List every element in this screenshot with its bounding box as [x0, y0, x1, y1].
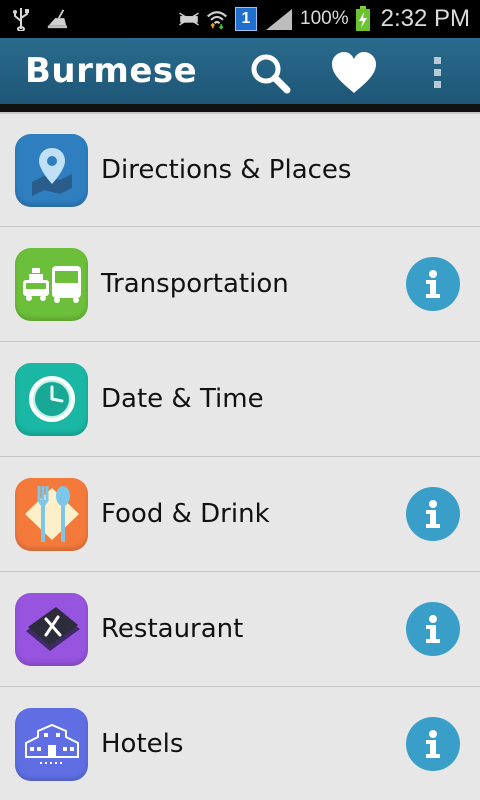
search-icon	[251, 54, 291, 94]
list-item-transportation[interactable]: Transportation	[0, 227, 480, 342]
hotels-tile	[15, 707, 88, 781]
list-item-label: Hotels	[101, 729, 184, 759]
list-item-label: Restaurant	[101, 614, 244, 644]
info-button[interactable]	[406, 717, 460, 771]
status-bar: 1 100% 2:32 PM	[0, 0, 480, 38]
list-item-hotels[interactable]: Hotels	[0, 687, 480, 800]
menu-book-icon	[25, 607, 80, 651]
transportation-tile	[15, 247, 88, 321]
info-icon	[426, 270, 440, 298]
category-list: Directions & Places Transportation Date …	[0, 112, 480, 800]
bus-taxi-icon	[22, 266, 81, 303]
battery-percent: 100%	[300, 8, 349, 29]
info-button[interactable]	[406, 257, 460, 311]
wifi-icon	[206, 8, 228, 30]
cutlery-icon	[24, 486, 79, 542]
info-icon	[426, 615, 440, 643]
date-time-tile	[15, 362, 88, 436]
clock-icon	[28, 376, 75, 422]
info-icon	[426, 730, 440, 758]
signal-icon	[264, 8, 294, 30]
more-vertical-icon	[434, 57, 441, 88]
list-item-label: Date & Time	[101, 384, 264, 414]
list-item-label: Directions & Places	[101, 155, 352, 185]
directions-tile	[15, 133, 88, 207]
restaurant-tile	[15, 592, 88, 666]
info-button[interactable]	[406, 602, 460, 656]
hotel-icon	[24, 723, 79, 764]
app-title: Burmese	[25, 51, 198, 91]
action-bar: Burmese	[0, 38, 480, 104]
overflow-menu-button[interactable]	[412, 48, 462, 98]
info-button[interactable]	[406, 487, 460, 541]
mute-icon	[178, 8, 200, 30]
food-drink-tile	[15, 477, 88, 551]
usb-icon	[10, 8, 32, 31]
list-item-food-drink[interactable]: Food & Drink	[0, 457, 480, 572]
notification-badge-icon: 1	[234, 7, 258, 31]
heart-icon	[332, 52, 376, 93]
search-button[interactable]	[245, 48, 295, 98]
list-item-label: Transportation	[101, 269, 289, 299]
list-item-restaurant[interactable]: Restaurant	[0, 572, 480, 687]
action-bar-shadow	[0, 104, 480, 112]
list-item-label: Food & Drink	[101, 499, 270, 529]
info-icon	[426, 500, 440, 528]
battery-charging-icon	[355, 6, 371, 31]
cleaner-icon	[46, 8, 68, 30]
clock-time: 2:32 PM	[380, 5, 470, 32]
list-item-date-time[interactable]: Date & Time	[0, 342, 480, 457]
map-pin-icon	[31, 148, 72, 196]
list-item-directions[interactable]: Directions & Places	[0, 112, 480, 227]
favorites-button[interactable]	[329, 48, 379, 98]
